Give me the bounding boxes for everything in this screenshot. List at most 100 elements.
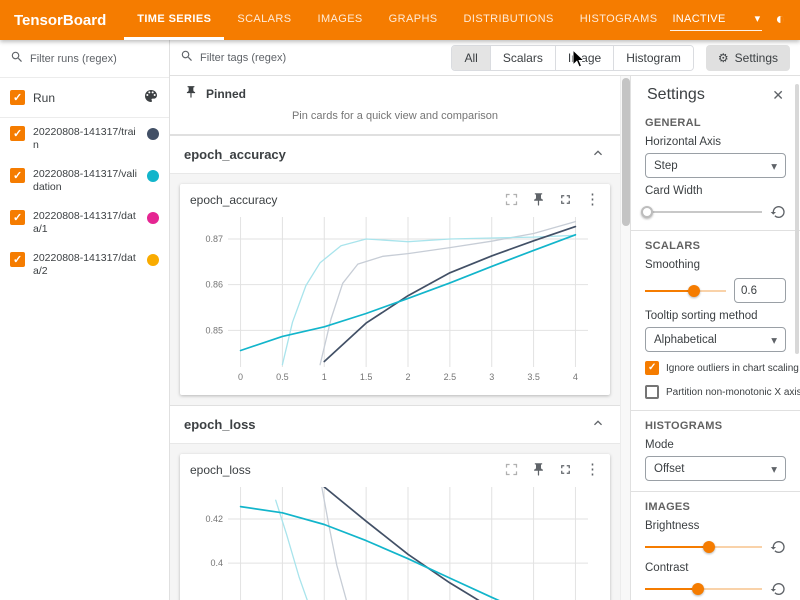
epoch-loss-chart[interactable]: 0.360.380.40.42 [190, 481, 600, 600]
run-color-dot [147, 128, 159, 140]
gear-icon: ⚙ [718, 51, 729, 65]
tooltip-sorting-value: Alphabetical [654, 334, 717, 346]
brightness-slider[interactable] [645, 540, 762, 554]
fullscreen-icon[interactable] [558, 462, 573, 477]
slider-thumb[interactable] [641, 206, 653, 218]
palette-icon[interactable] [143, 88, 159, 107]
run-name: 20220808-141317/data/1 [33, 210, 139, 236]
filter-scalars-button[interactable]: Scalars [490, 46, 555, 70]
tab-histograms[interactable]: HISTOGRAMS [567, 0, 671, 40]
settings-scrollbar[interactable] [794, 80, 800, 600]
slider-thumb[interactable] [692, 583, 704, 595]
histograms-section-label: HISTOGRAMS [645, 420, 786, 432]
run-row-validation[interactable]: 20220808-141317/validation [0, 160, 169, 202]
status-label: INACTIVE [672, 13, 725, 25]
tag-section-title: epoch_loss [184, 417, 256, 432]
select-all-runs-checkbox[interactable] [10, 90, 25, 105]
main-scrollbar[interactable] [620, 76, 630, 600]
close-icon[interactable]: ✕ [772, 87, 784, 104]
tab-scalars[interactable]: SCALARS [224, 0, 304, 40]
partition-x-checkbox[interactable] [645, 385, 659, 399]
horizontal-axis-select[interactable]: Step ▾ [645, 153, 786, 178]
reset-contrast-icon[interactable] [770, 581, 786, 597]
run-color-dot [147, 212, 159, 224]
cards-area: Pinned Pin cards for a quick view and co… [170, 76, 620, 600]
pin-card-icon[interactable] [531, 462, 546, 477]
horizontal-axis-value: Step [654, 160, 678, 172]
theme-toggle-icon[interactable]: ◐ [775, 12, 785, 28]
run-row-train[interactable]: 20220808-141317/train [0, 118, 169, 160]
more-options-icon[interactable]: ⋮ [585, 462, 600, 477]
run-checkbox[interactable] [10, 126, 25, 141]
tab-images[interactable]: IMAGES [304, 0, 375, 40]
header-actions: INACTIVE ▾ ◐ ⚙ ? [670, 9, 800, 31]
scrollbar-thumb[interactable] [795, 84, 799, 354]
filter-all-button[interactable]: All [452, 46, 489, 70]
tab-graphs[interactable]: GRAPHS [376, 0, 451, 40]
scrollbar-thumb[interactable] [622, 78, 630, 226]
runs-sidebar: Run 20220808-141317/train 20220808-14131… [0, 40, 170, 600]
tag-filter [180, 49, 439, 66]
tab-time-series[interactable]: TIME SERIES [124, 0, 224, 40]
run-filter-input[interactable] [30, 53, 159, 65]
run-filter [0, 40, 169, 78]
tag-section-title: epoch_accuracy [184, 147, 286, 162]
run-checkbox[interactable] [10, 252, 25, 267]
more-options-icon[interactable]: ⋮ [585, 192, 600, 207]
card-width-label: Card Width [645, 185, 786, 197]
tag-section-epoch-loss: epoch_loss epoch_loss [170, 405, 620, 600]
ignore-outliers-checkbox[interactable] [645, 361, 659, 375]
svg-text:0.85: 0.85 [205, 325, 223, 335]
tooltip-sorting-select[interactable]: Alphabetical ▾ [645, 327, 786, 352]
tag-filter-input[interactable] [200, 52, 439, 64]
settings-toggle-button[interactable]: ⚙ Settings [706, 45, 790, 71]
run-checkbox[interactable] [10, 210, 25, 225]
epoch-accuracy-chart[interactable]: 00.511.522.533.540.850.860.87 [190, 211, 600, 387]
run-row-data-1[interactable]: 20220808-141317/data/1 [0, 202, 169, 244]
pinned-hint: Pin cards for a quick view and compariso… [170, 106, 620, 134]
slider-thumb[interactable] [703, 541, 715, 553]
contrast-label: Contrast [645, 562, 786, 574]
svg-text:0: 0 [238, 372, 243, 382]
app-header: TensorBoard TIME SERIES SCALARS IMAGES G… [0, 0, 800, 40]
svg-text:0.87: 0.87 [205, 234, 223, 244]
chevron-up-icon[interactable] [590, 415, 606, 434]
smoothing-label: Smoothing [645, 259, 786, 271]
fit-domain-icon[interactable] [504, 462, 519, 477]
chart-card-title: epoch_accuracy [190, 193, 277, 207]
ignore-outliers-label: Ignore outliers in chart scaling [666, 363, 799, 374]
run-name: 20220808-141317/validation [33, 168, 139, 194]
svg-text:2: 2 [405, 372, 410, 382]
fit-domain-icon[interactable] [504, 192, 519, 207]
fullscreen-icon[interactable] [558, 192, 573, 207]
tab-distributions[interactable]: DISTRIBUTIONS [451, 0, 567, 40]
horizontal-axis-label: Horizontal Axis [645, 136, 786, 148]
tag-section-header[interactable]: epoch_accuracy [170, 135, 620, 174]
histogram-mode-select[interactable]: Offset ▾ [645, 456, 786, 481]
svg-text:3: 3 [489, 372, 494, 382]
reset-card-width-icon[interactable] [770, 204, 786, 220]
chevron-up-icon[interactable] [590, 145, 606, 164]
scalars-section-label: SCALARS [645, 240, 786, 252]
pin-card-icon[interactable] [531, 192, 546, 207]
svg-text:0.86: 0.86 [205, 280, 223, 290]
reset-brightness-icon[interactable] [770, 539, 786, 555]
card-width-slider[interactable] [645, 205, 762, 219]
smoothing-slider[interactable] [645, 284, 726, 298]
pinned-title: Pinned [206, 87, 246, 101]
status-dropdown[interactable]: INACTIVE ▾ [670, 9, 762, 31]
contrast-slider[interactable] [645, 582, 762, 596]
filter-histogram-button[interactable]: Histogram [613, 46, 693, 70]
run-color-dot [147, 170, 159, 182]
run-checkbox[interactable] [10, 168, 25, 183]
slider-thumb[interactable] [688, 285, 700, 297]
smoothing-input[interactable] [734, 278, 786, 303]
tag-section-header[interactable]: epoch_loss [170, 405, 620, 444]
svg-text:0.42: 0.42 [205, 514, 223, 524]
svg-text:3.5: 3.5 [527, 372, 540, 382]
chart-card-title: epoch_loss [190, 463, 251, 477]
main-nav: TIME SERIES SCALARS IMAGES GRAPHS DISTRI… [124, 0, 670, 40]
run-row-data-2[interactable]: 20220808-141317/data/2 [0, 244, 169, 286]
brightness-label: Brightness [645, 520, 786, 532]
caret-down-icon: ▾ [771, 462, 777, 476]
